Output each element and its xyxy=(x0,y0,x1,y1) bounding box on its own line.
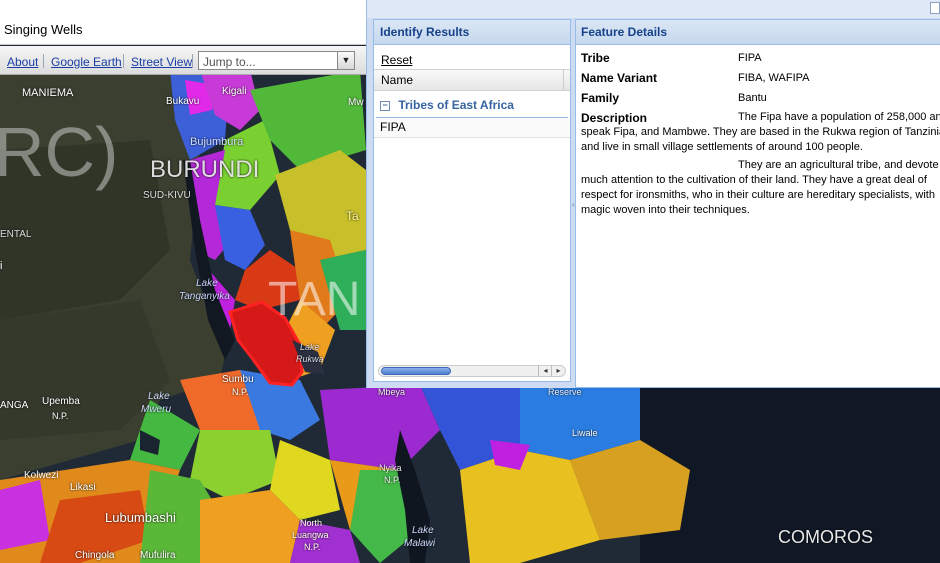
map-label-bukavu: Bukavu xyxy=(166,96,200,107)
identify-results-pane: Identify Results Reset Name − Tribes of … xyxy=(373,19,571,382)
map-label-mufulira: Mufulira xyxy=(140,550,176,561)
scrollbar-thumb[interactable] xyxy=(381,367,451,375)
map-label-drc: RC) xyxy=(0,113,119,191)
reset-button[interactable]: Reset xyxy=(381,53,412,67)
detail-row-name-variant: Name Variant FIBA, WAFIPA xyxy=(576,65,940,85)
feature-details-title: Feature Details xyxy=(576,20,940,45)
map-label-lake-malawi-2: Malawi xyxy=(404,538,436,549)
map-label-maniema: MANIEMA xyxy=(22,87,74,99)
map-label-tanzania: TAN xyxy=(268,273,361,326)
map-label-nyika-1: Nyika xyxy=(379,463,402,473)
map-label-reserve: Reserve xyxy=(548,387,582,397)
map-label-bujumbura: Bujumbura xyxy=(190,136,244,148)
map-label-lake-rukwa-2: Rukwa xyxy=(296,354,324,364)
map-label-i: i xyxy=(0,260,3,272)
description-line: and live in small village settlements of… xyxy=(581,141,863,153)
toolbar-separator xyxy=(43,54,44,68)
detail-label: Name Variant xyxy=(581,71,658,85)
map-label-ta: Ta xyxy=(346,209,359,223)
map-label-chingola: Chingola xyxy=(75,550,115,561)
group-label: Tribes of East Africa xyxy=(398,98,514,112)
map-label-lake-malawi-1: Lake xyxy=(412,525,434,536)
map-label-lake-tanganyika-1: Lake xyxy=(196,278,218,289)
map-label-kigali: Kigali xyxy=(222,86,247,97)
description-line: magic woven into their techniques. xyxy=(581,204,750,216)
chevron-down-icon[interactable]: ▼ xyxy=(337,52,354,69)
map-label-upemba-1: Upemba xyxy=(42,396,80,407)
map-label-lake-rukwa-1: Lake xyxy=(300,342,320,352)
google-earth-link[interactable]: Google Earth xyxy=(51,55,122,69)
map-label-comoros: COMOROS xyxy=(778,527,874,547)
map-label-lubumbashi: Lubumbashi xyxy=(105,510,176,525)
identify-results-title: Identify Results xyxy=(374,20,570,45)
jump-to-select[interactable]: Jump to... ▼ xyxy=(198,51,355,70)
map-label-upemba-2: N.P. xyxy=(52,411,69,421)
map-label-lake-mweru-1: Lake xyxy=(148,391,170,402)
panel-tool-icon[interactable] xyxy=(930,2,940,14)
results-panel: Identify Results Reset Name − Tribes of … xyxy=(366,0,940,388)
map-label-ental: ENTAL xyxy=(0,229,32,240)
map-label-burundi: BURUNDI xyxy=(150,156,260,183)
detail-description: Description The Fipa have a population o… xyxy=(576,110,940,218)
map-label-anga: ANGA xyxy=(0,400,29,411)
detail-value: Bantu xyxy=(738,92,767,104)
detail-label: Description xyxy=(581,111,648,125)
detail-value: FIBA, WAFIPA xyxy=(738,72,810,84)
map-label-sumbu-2: N.P. xyxy=(232,387,249,397)
map-label-sumbu-1: Sumbu xyxy=(222,374,254,385)
map-label-north-luangwa-2: Luangwa xyxy=(292,530,329,540)
detail-label: Family xyxy=(581,91,620,105)
feature-details-pane: Feature Details Tribe FIPA Name Variant … xyxy=(575,19,940,388)
map-label-north-luangwa-1: North xyxy=(300,518,323,528)
map-label-lake-mweru-2: Mweru xyxy=(141,404,172,415)
jump-to-placeholder: Jump to... xyxy=(203,55,256,69)
map-label-nyika-2: N.P. xyxy=(384,475,401,485)
toolbar-separator xyxy=(192,54,193,68)
street-view-link[interactable]: Street View xyxy=(131,55,192,69)
collapse-icon[interactable]: − xyxy=(380,101,390,111)
scroll-left-icon[interactable]: ◂ xyxy=(538,365,552,377)
scroll-right-icon[interactable]: ▸ xyxy=(551,365,565,377)
horizontal-scrollbar[interactable]: ◂ ▸ xyxy=(378,365,566,377)
reset-bar: Reset xyxy=(374,45,570,70)
map-label-north-luangwa-3: N.P. xyxy=(304,542,321,552)
detail-row-tribe: Tribe FIPA xyxy=(576,45,940,65)
map-label-sud-kivu: SUD-KIVU xyxy=(143,190,191,201)
table-row[interactable]: FIPA xyxy=(374,118,570,138)
description-line: respect for ironsmiths, who in their cul… xyxy=(581,189,935,201)
column-resize-handle[interactable] xyxy=(563,70,564,90)
app-header: Singing Wells xyxy=(0,0,366,45)
map-label-mw: Mw xyxy=(348,97,364,108)
detail-label: Tribe xyxy=(581,51,610,65)
name-column-label: Name xyxy=(381,73,414,87)
description-line: much attention to the cultivation of the… xyxy=(581,174,927,186)
map-label-mbeya: Mbeya xyxy=(378,387,406,397)
detail-row-family: Family Bantu xyxy=(576,85,940,105)
app-title: Singing Wells xyxy=(4,22,83,37)
map-label-lake-tanganyika-2: Tanganyika xyxy=(179,291,230,302)
map-label-likasi: Likasi xyxy=(70,482,96,493)
toolbar-separator xyxy=(123,54,124,68)
toolbar: About Google Earth Street View Jump to..… xyxy=(0,46,366,75)
about-link[interactable]: About xyxy=(7,55,38,69)
description-line: speak Fipa, and Mambwe. They are based i… xyxy=(581,126,940,138)
map-label-kolwezi: Kolwezi xyxy=(24,470,59,481)
panel-top-strip xyxy=(367,0,940,18)
group-row-tribes[interactable]: − Tribes of East Africa xyxy=(376,91,568,118)
description-line: They are an agricultural tribe, and devo… xyxy=(738,159,939,171)
name-column-header[interactable]: Name xyxy=(374,70,570,91)
map-label-liwale: Liwale xyxy=(572,428,598,438)
detail-value: FIPA xyxy=(738,52,762,64)
